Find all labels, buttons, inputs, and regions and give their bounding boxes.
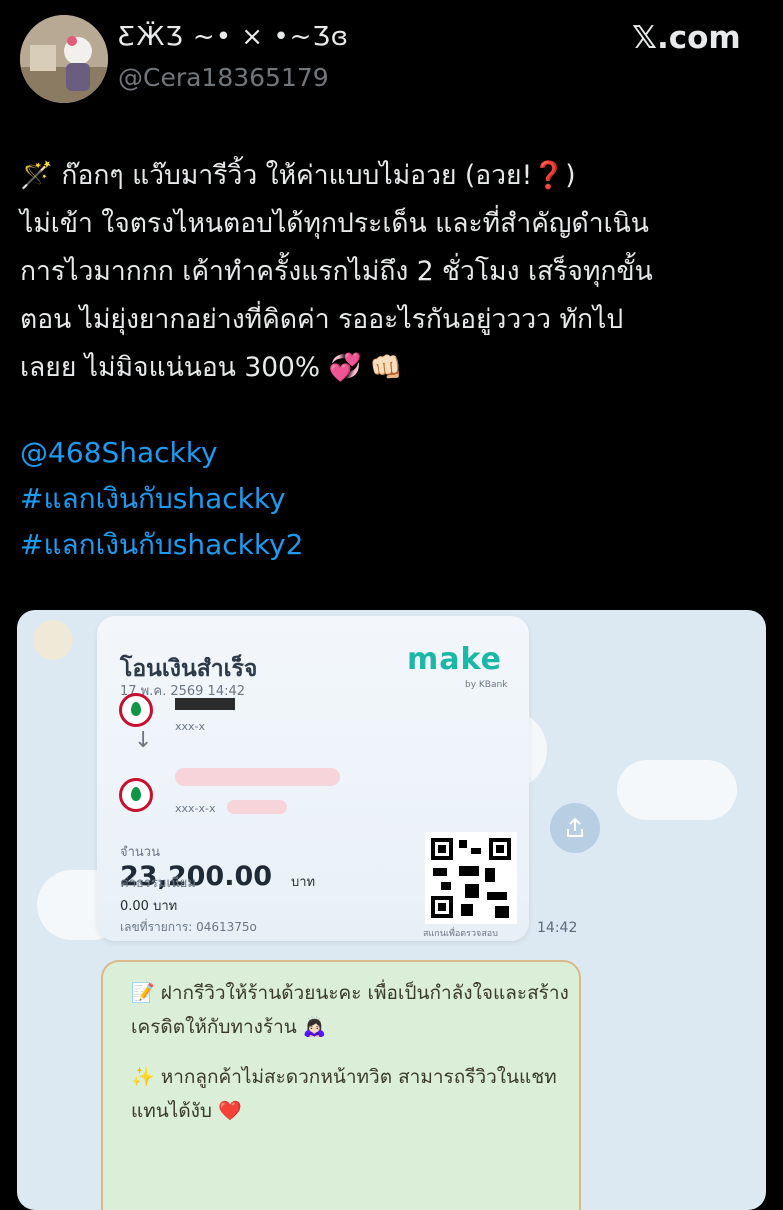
user-handle[interactable]: @Cera18365179 <box>118 63 329 92</box>
redacted-name <box>227 800 287 814</box>
kbank-icon <box>119 693 153 727</box>
x-brand-label: 𝕏.com <box>632 20 741 56</box>
review-line: ✨ หากลูกค้าไม่สะดวกหน้าทวิต สามารถรีวิวใ… <box>131 1066 557 1122</box>
share-button[interactable] <box>550 803 600 853</box>
avatar-image <box>20 15 108 103</box>
review-message-bubble: 📝 ฝากรีวิวให้ร้านด้วยนะคะ เพื่อเป็นกำลัง… <box>101 960 581 1210</box>
arrow-down-icon: ↓ <box>134 728 153 753</box>
tweet-media-image[interactable]: โอนเงินสำเร็จ 17 พ.ค. 2569 14:42 make by… <box>17 610 766 1210</box>
make-logo-sub: by KBank <box>465 680 508 690</box>
tweet-line: เลยย ไม่มิจแน่นอน 300% 💞 👊🏻 <box>20 352 403 383</box>
review-line: 📝 ฝากรีวิวให้ร้านด้วยนะคะ เพื่อเป็นกำลัง… <box>131 982 569 1038</box>
tweet-line: ตอน ไม่ยุ่งยากอย่างที่คิดค่า รออะไรกันอย… <box>20 304 624 335</box>
sender-account: xxx-x <box>175 720 206 733</box>
tweet-line: การไวมากกก เค้าทำครั้งแรกไม่ถึง 2 ชั่วโม… <box>20 256 653 287</box>
bee-avatar-icon <box>33 620 73 660</box>
amount-unit: บาท <box>291 875 316 890</box>
kbank-icon <box>119 778 153 812</box>
redacted-name <box>175 768 340 786</box>
qr-caption: สแกนเพื่อตรวจสอบ <box>423 929 498 939</box>
hashtag-link[interactable]: #แลกเงินกับshackky <box>20 476 286 522</box>
make-logo: make <box>407 642 502 677</box>
mention-link[interactable]: @468Shackky <box>20 430 218 476</box>
message-time: 14:42 <box>537 920 578 936</box>
tweet-line: ไม่เข้า ใจตรงไหนตอบได้ทุกประเด็น และที่ส… <box>20 208 649 239</box>
tweet-text: 🪄 ก๊อกๆ แว๊บมารีวิ้ว ให้ค่าแบบไม่อวย (อว… <box>20 152 770 392</box>
fee-label: ค่าธรรมเนียม <box>120 876 196 891</box>
recipient-account: xxx-x-x <box>175 802 216 815</box>
share-icon <box>567 817 583 837</box>
tweet-line: 🪄 ก๊อกๆ แว๊บมารีวิ้ว ให้ค่าแบบไม่อวย (อว… <box>20 160 576 191</box>
hashtag-link[interactable]: #แลกเงินกับshackky2 <box>20 522 303 568</box>
avatar[interactable] <box>20 15 108 103</box>
redacted-name <box>175 698 235 710</box>
display-name[interactable]: ƸӜƷ ~• × •~Ʒɞ <box>118 22 349 52</box>
qr-code-icon <box>425 832 517 924</box>
reference-number: เลขที่รายการ: 0461375o <box>120 920 257 934</box>
amount-label: จำนวน <box>120 845 160 860</box>
background-cloud <box>617 760 737 820</box>
fee-value: 0.00 บาท <box>120 899 178 914</box>
